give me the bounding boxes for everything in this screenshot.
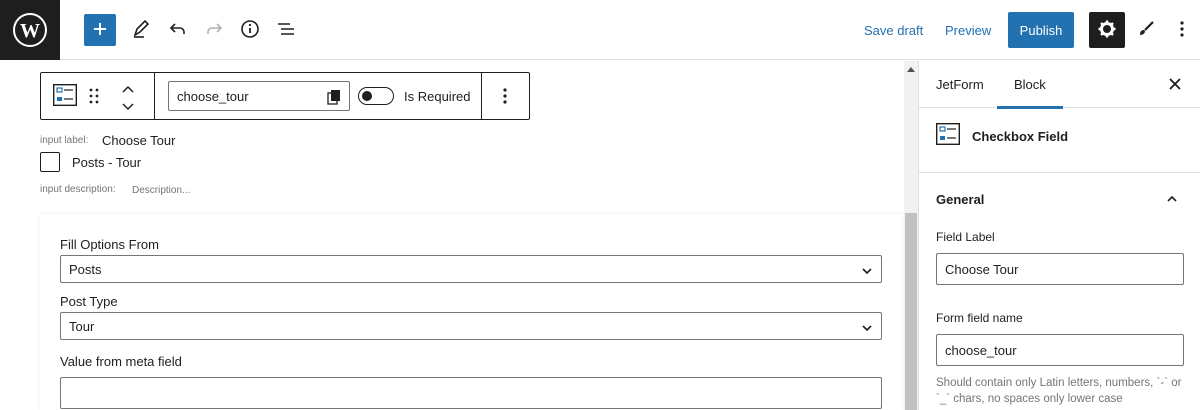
redo-button[interactable] (196, 12, 232, 48)
preview-button[interactable]: Preview (945, 12, 991, 48)
fill-options-label: Fill Options From (60, 237, 159, 252)
options-button[interactable] (1168, 12, 1196, 48)
field-label-input[interactable]: Choose Tour (936, 253, 1184, 285)
tab-jetform[interactable]: JetForm (936, 61, 984, 108)
meta-field-input[interactable] (60, 377, 882, 409)
toggle-knob (362, 91, 372, 101)
toolbar-divider (154, 73, 155, 119)
tab-block[interactable]: Block (997, 61, 1063, 109)
general-panel-title: General (936, 192, 985, 207)
undo-icon (168, 19, 188, 42)
field-name-value: choose_tour (177, 88, 249, 104)
details-button[interactable] (232, 12, 268, 48)
tools-button[interactable] (123, 12, 159, 48)
settings-button[interactable] (1089, 12, 1125, 48)
option-checkbox[interactable] (40, 152, 60, 172)
editor-header: W Save draft Preview Publish (0, 0, 1200, 60)
field-label-caption: Field Label (936, 230, 995, 244)
styles-button[interactable] (1131, 12, 1161, 48)
pencil-icon (131, 19, 151, 42)
canvas-scrollbar[interactable] (904, 61, 918, 410)
input-label-value[interactable]: Choose Tour (102, 133, 175, 148)
brush-icon (1136, 19, 1156, 42)
sidebar-tabs: JetForm Block (919, 61, 1200, 109)
editor-canvas: choose_tour Is Required input label: Cho… (0, 61, 904, 410)
chevron-up-icon (1166, 192, 1178, 207)
more-vertical-icon (503, 88, 507, 107)
settings-sidebar: JetForm Block Checkbox Field General Fie… (918, 61, 1200, 410)
field-name-help-text: Should contain only Latin letters, numbe… (936, 377, 1182, 405)
checkbox-field-block-icon (935, 122, 961, 148)
input-description-placeholder[interactable]: Description... (132, 185, 190, 196)
field-settings-panel: Fill Options From Posts Post Type Tour V… (40, 214, 902, 410)
fill-options-select[interactable]: Posts (60, 255, 882, 283)
close-sidebar-button[interactable] (1163, 73, 1187, 97)
publish-button[interactable]: Publish (1008, 12, 1074, 48)
post-type-label: Post Type (60, 294, 118, 309)
block-toolbar: choose_tour Is Required (40, 72, 530, 120)
copy-icon[interactable] (327, 89, 341, 108)
gear-icon (1097, 19, 1117, 42)
required-toggle[interactable] (358, 87, 394, 105)
chevron-down-icon (861, 321, 873, 336)
add-block-button[interactable] (84, 14, 116, 46)
option-label: Posts - Tour (72, 155, 142, 170)
plus-icon (92, 21, 108, 40)
undo-button[interactable] (160, 12, 196, 48)
toolbar-divider (481, 73, 482, 119)
svg-text:W: W (20, 20, 40, 42)
form-field-name-input[interactable]: choose_tour (936, 334, 1184, 366)
wordpress-icon[interactable]: W (0, 0, 60, 60)
form-field-name-caption: Form field name (936, 311, 1023, 325)
info-icon (240, 19, 260, 42)
block-name: Checkbox Field (972, 129, 1069, 144)
block-options-button[interactable] (503, 88, 507, 107)
meta-field-label: Value from meta field (60, 354, 182, 369)
save-draft-button[interactable]: Save draft (864, 12, 923, 48)
input-description-caption: input description: (40, 184, 116, 195)
post-type-select[interactable]: Tour (60, 312, 882, 340)
fill-options-value: Posts (69, 261, 102, 277)
checkbox-field-block-icon[interactable] (52, 83, 78, 109)
move-up-icon[interactable] (121, 82, 135, 97)
block-card: Checkbox Field (919, 109, 1200, 173)
chevron-down-icon (861, 264, 873, 279)
post-type-value: Tour (69, 318, 95, 334)
move-down-icon[interactable] (121, 100, 135, 115)
required-label: Is Required (404, 89, 471, 104)
general-panel-toggle[interactable]: General (919, 173, 1200, 225)
drag-handle-icon[interactable] (89, 88, 99, 107)
more-vertical-icon (1180, 20, 1184, 40)
input-label-caption: input label: (40, 135, 89, 146)
redo-icon (204, 19, 224, 42)
close-icon (1169, 77, 1181, 93)
list-view-icon (276, 19, 296, 42)
field-name-input[interactable]: choose_tour (168, 81, 350, 111)
list-view-button[interactable] (268, 12, 304, 48)
scrollbar-thumb[interactable] (905, 213, 917, 410)
scroll-up-arrow-icon[interactable] (904, 63, 918, 75)
